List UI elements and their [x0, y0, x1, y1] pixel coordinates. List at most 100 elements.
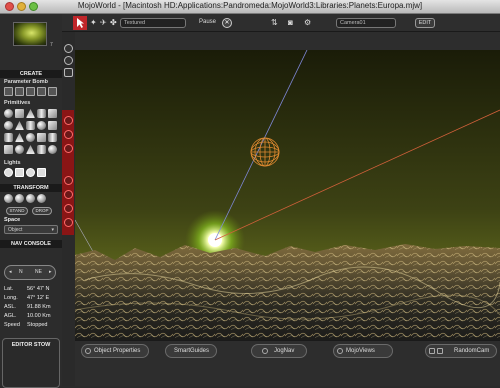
select-tool-button[interactable] — [73, 16, 87, 30]
move-tool-icon[interactable] — [4, 194, 13, 203]
compass-right-arrow-icon[interactable]: ▸ — [49, 269, 52, 275]
random-cam-button[interactable]: RandomCam — [425, 344, 497, 358]
edit-camera-button[interactable]: EDIT — [415, 18, 435, 28]
spot-light-icon[interactable] — [15, 168, 24, 177]
3d-viewport[interactable] — [75, 50, 500, 340]
primitives-row-3 — [4, 133, 57, 142]
wedge-icon[interactable] — [37, 133, 46, 142]
transform-tools — [4, 194, 46, 203]
object-space-dropdown[interactable]: Object ▾ — [4, 225, 58, 234]
camera-dropdown[interactable]: Camera01 — [336, 18, 396, 28]
torus-icon[interactable] — [4, 121, 13, 130]
jog-nav-label: JogNav — [274, 348, 295, 354]
capsule-icon[interactable] — [4, 133, 13, 142]
asl-label: ASL. — [4, 304, 16, 310]
disc-icon[interactable] — [37, 121, 46, 130]
editor-stow-title: EDITOR STOW — [11, 342, 51, 348]
primitives-row-4 — [4, 145, 57, 154]
world-view-icon[interactable] — [64, 56, 73, 65]
blob-icon[interactable] — [48, 145, 57, 154]
stand-button[interactable]: STAND — [6, 207, 28, 215]
agl-label: AGL. — [4, 313, 17, 319]
sun-editor-icon[interactable] — [64, 130, 73, 139]
run-tool-icon[interactable]: ✤ — [110, 18, 117, 27]
sphere-icon[interactable] — [4, 109, 13, 118]
random-cam-icon-2 — [437, 348, 443, 354]
compass-dial[interactable]: ◂ N NE ▸ — [4, 265, 56, 280]
spike-icon[interactable] — [26, 145, 35, 154]
transform-section-title: TRANSFORM — [0, 184, 62, 192]
window-title: MojoWorld - [Macintosh HD:Applications:P… — [77, 1, 423, 10]
sun-light-icon[interactable] — [26, 168, 35, 177]
column-icon[interactable] — [37, 145, 46, 154]
render-settings-icon[interactable]: ⚙ — [304, 18, 311, 27]
jog-nav-button[interactable]: JogNav — [251, 344, 307, 358]
atmosphere-editor-icon[interactable] — [64, 190, 73, 199]
fly-tool-icon[interactable]: ✈ — [100, 18, 107, 27]
bottom-toolbar: Object Properties SmartGuides JogNav Moj… — [75, 340, 500, 386]
bomb-terrain-icon[interactable] — [4, 87, 13, 96]
area-light-icon[interactable] — [37, 168, 46, 177]
parameter-bomb-icons — [4, 87, 57, 96]
parameter-bomb-label: Parameter Bomb — [4, 79, 49, 85]
compass-left-arrow-icon[interactable]: ◂ — [9, 269, 12, 275]
speed-value: Stopped — [27, 322, 48, 328]
object-properties-icon — [85, 348, 91, 354]
planet-thumbnail[interactable] — [13, 22, 47, 46]
thumbnail-counter: 7 — [50, 42, 53, 48]
sync-icon[interactable]: ⇅ — [271, 18, 278, 27]
smart-guides-label: SmartGuides — [174, 348, 210, 354]
box-icon[interactable] — [48, 109, 57, 118]
camera-view-icon[interactable] — [64, 68, 73, 77]
object-properties-button[interactable]: Object Properties — [81, 344, 149, 358]
smart-guides-button[interactable]: SmartGuides — [165, 344, 217, 358]
object-properties-label: Object Properties — [94, 348, 141, 354]
snapshot-camera-icon[interactable]: ◙ — [288, 18, 295, 27]
mojo-views-icon — [337, 348, 343, 354]
object-editor-icon[interactable] — [64, 218, 73, 227]
cone-icon[interactable] — [26, 109, 35, 118]
guide-line — [75, 219, 96, 256]
slab-icon[interactable] — [4, 145, 13, 154]
material-editor-icon[interactable] — [64, 176, 73, 185]
cube-icon[interactable] — [15, 109, 24, 118]
tetrahedron-icon[interactable] — [15, 133, 24, 142]
primitives-label: Primitives — [4, 100, 31, 106]
render-mode-dropdown[interactable]: Textured — [120, 18, 186, 28]
pause-button[interactable]: ✕ — [222, 18, 232, 28]
cursor-arrow-icon — [77, 18, 84, 28]
top-toolbar: ✦ ✈ ✤ Textured Pause ✕ ⇅ ◙ ⚙ Camera01 ED… — [62, 14, 500, 32]
long-value: 47° 12' E — [27, 295, 50, 301]
point-light-icon[interactable] — [4, 168, 13, 177]
rod-icon[interactable] — [48, 133, 57, 142]
mojo-views-button[interactable]: MojoViews — [333, 344, 393, 358]
editor-stow-panel[interactable]: EDITOR STOW — [2, 338, 60, 388]
bomb-all-icon[interactable] — [48, 87, 57, 96]
bomb-planet-icon[interactable] — [37, 87, 46, 96]
selected-wireframe-sphere[interactable] — [250, 137, 280, 167]
create-section-title: CREATE — [0, 70, 62, 78]
bomb-water-icon[interactable] — [26, 87, 35, 96]
pause-label: Pause — [199, 19, 217, 25]
texture-editor-icon[interactable] — [64, 204, 73, 213]
cylinder-icon[interactable] — [37, 109, 46, 118]
terrain-editor-icon[interactable] — [64, 116, 73, 125]
globe-view-icon[interactable] — [64, 44, 73, 53]
editor-tabs-strip — [62, 110, 74, 235]
moon-editor-icon[interactable] — [64, 144, 73, 153]
long-label: Long. — [4, 295, 18, 301]
scale-tool-icon[interactable] — [26, 194, 35, 203]
ellipsoid-icon[interactable] — [26, 133, 35, 142]
orbit-tool-icon[interactable] — [37, 194, 46, 203]
rotate-tool-icon[interactable] — [15, 194, 24, 203]
bomb-atmosphere-icon[interactable] — [15, 87, 24, 96]
tube-icon[interactable] — [26, 121, 35, 130]
walk-tool-icon[interactable]: ✦ — [90, 18, 97, 27]
plane-icon[interactable] — [48, 121, 57, 130]
pyramid-icon[interactable] — [15, 121, 24, 130]
left-panel: 7 CREATE Parameter Bomb Primitives Light… — [0, 14, 62, 388]
viewport-scene — [75, 50, 500, 340]
dome-icon[interactable] — [15, 145, 24, 154]
title-bar: MojoWorld - [Macintosh HD:Applications:P… — [0, 0, 500, 14]
drop-button[interactable]: DROP — [32, 207, 52, 215]
